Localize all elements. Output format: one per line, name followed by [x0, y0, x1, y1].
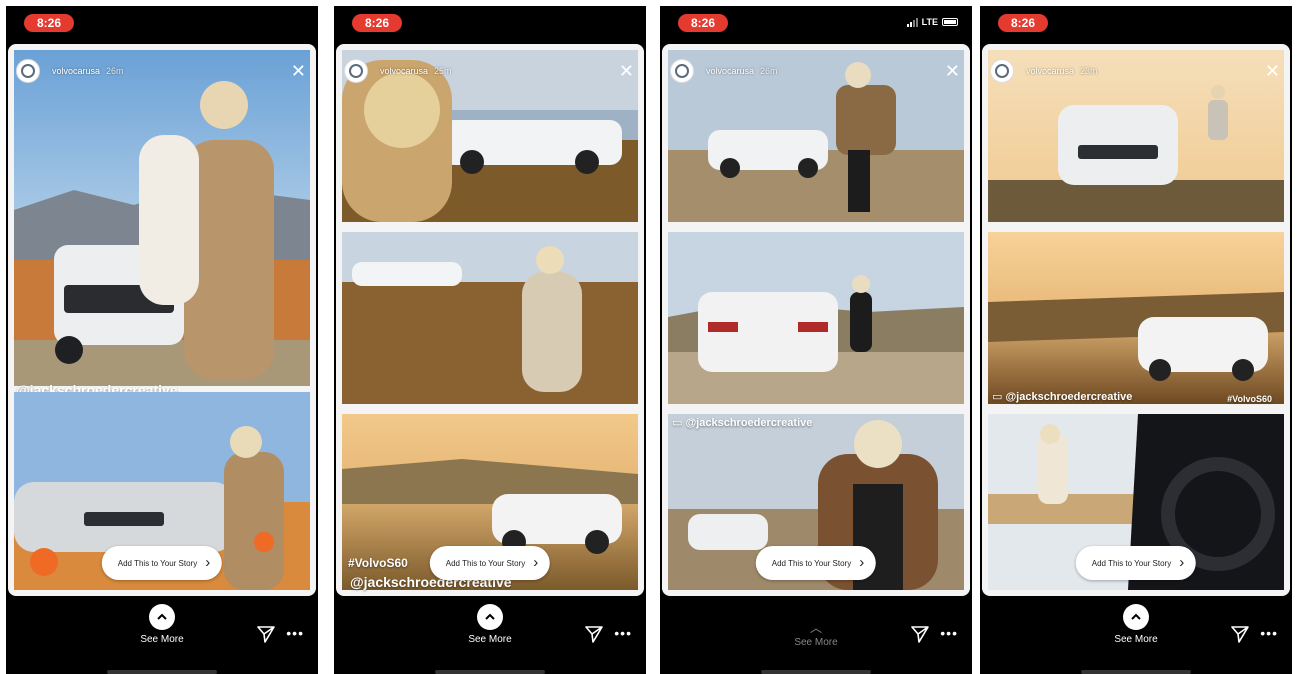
more-options-icon[interactable]: ••• — [1260, 626, 1278, 640]
story-footer: See More ••• — [980, 598, 1292, 674]
see-more-label: See More — [468, 634, 512, 645]
story-card[interactable]: ▭ @jackschroedercreative #VolvoS60 volvo… — [982, 44, 1290, 596]
add-to-story-label: Add This to Your Story — [771, 558, 852, 568]
see-more-label: See More — [140, 634, 184, 645]
story-screen-4: 8:26 ▭ @jackschroedercreative #VolvoS60 … — [980, 6, 1292, 674]
avatar[interactable] — [670, 59, 694, 83]
story-header: volvocarusa 26m ✕ — [16, 56, 308, 86]
story-header: volvocarusa 25m ✕ — [344, 56, 636, 86]
home-indicator — [1081, 670, 1191, 674]
see-more-button[interactable]: See More — [450, 604, 530, 645]
home-indicator — [435, 670, 545, 674]
photographer-handle[interactable]: ▭ @jackschroedercreative — [992, 390, 1132, 403]
story-card[interactable]: #VolvoS60 @jackschroedercreative volvoca… — [336, 44, 644, 596]
story-screen-3: 8:26 LTE ▭ @jackschroedercreative volvoc… — [660, 6, 972, 674]
post-time: 25m — [434, 66, 452, 76]
post-time: 26m — [106, 66, 124, 76]
add-to-story-button[interactable]: Add This to Your Story › — [429, 546, 551, 580]
story-photo-top — [14, 50, 310, 386]
hashtag-label[interactable]: #VolvoS60 — [348, 556, 408, 570]
see-more-label: See More — [1114, 634, 1158, 645]
home-indicator — [761, 670, 871, 674]
username[interactable]: volvocarusa — [52, 66, 100, 76]
status-time: 8:26 — [678, 14, 728, 32]
add-to-story-button[interactable]: Add This to Your Story › — [1075, 546, 1197, 580]
send-icon[interactable] — [910, 624, 930, 644]
add-to-story-label: Add This to Your Story — [1091, 558, 1172, 568]
avatar[interactable] — [16, 59, 40, 83]
add-to-story-label: Add This to Your Story — [117, 558, 198, 568]
avatar[interactable] — [344, 59, 368, 83]
status-bar: 8:26 LTE — [660, 6, 972, 42]
close-icon[interactable]: ✕ — [291, 62, 306, 80]
send-icon[interactable] — [584, 624, 604, 644]
more-options-icon[interactable]: ••• — [286, 626, 304, 640]
story-footer: See More ••• — [6, 598, 318, 674]
hashtag-label[interactable]: #VolvoS60 — [1227, 394, 1272, 404]
battery-icon — [942, 18, 958, 26]
chevron-right-icon: › — [533, 554, 539, 571]
username[interactable]: volvocarusa — [1026, 66, 1074, 76]
status-bar: 8:26 — [334, 6, 646, 42]
chevron-up-icon — [1123, 604, 1149, 630]
network-type: LTE — [921, 17, 938, 27]
more-options-icon[interactable]: ••• — [940, 626, 958, 640]
send-icon[interactable] — [1230, 624, 1250, 644]
story-screen-2: 8:26 #VolvoS60 @jackschroedercreative vo… — [334, 6, 646, 674]
story-photo-2 — [668, 232, 964, 404]
chevron-up-icon — [149, 604, 175, 630]
signal-icon — [906, 17, 918, 27]
see-more-button[interactable]: ︿ See More — [776, 604, 856, 648]
send-icon[interactable] — [256, 624, 276, 644]
chevron-right-icon: › — [859, 554, 865, 571]
photographer-handle[interactable]: ▭ @jackschroedercreative — [672, 416, 812, 429]
story-header: volvocarusa 23m ✕ — [990, 56, 1282, 86]
close-icon[interactable]: ✕ — [1265, 62, 1280, 80]
add-to-story-label: Add This to Your Story — [445, 558, 526, 568]
status-bar: 8:26 — [980, 6, 1292, 42]
signal-indicator: LTE — [906, 17, 958, 27]
story-card[interactable]: ▭ @jackschroedercreative volvocarusa 26m… — [662, 44, 970, 596]
home-indicator — [107, 670, 217, 674]
photographer-handle-text: @jackschroedercreative — [685, 417, 813, 429]
story-footer: See More ••• — [334, 598, 646, 674]
story-photo-2 — [342, 232, 638, 404]
story-header: volvocarusa 26m ✕ — [670, 56, 962, 86]
story-screen-1: 8:26 @jackschroedercreative volvocarusa … — [6, 6, 318, 674]
story-photo-2 — [988, 232, 1284, 404]
status-time: 8:26 — [998, 14, 1048, 32]
chevron-right-icon: › — [205, 554, 211, 571]
chevron-right-icon: › — [1179, 554, 1185, 571]
see-more-label: See More — [794, 637, 838, 648]
avatar[interactable] — [990, 59, 1014, 83]
see-more-button[interactable]: See More — [1096, 604, 1176, 645]
close-icon[interactable]: ✕ — [619, 62, 634, 80]
add-to-story-button[interactable]: Add This to Your Story › — [101, 546, 223, 580]
story-card[interactable]: @jackschroedercreative volvocarusa 26m ✕… — [8, 44, 316, 596]
post-time: 23m — [1080, 66, 1098, 76]
username[interactable]: volvocarusa — [706, 66, 754, 76]
see-more-button[interactable]: See More — [122, 604, 202, 645]
status-time: 8:26 — [352, 14, 402, 32]
story-footer: ︿ See More ••• — [660, 598, 972, 674]
photographer-handle-text: @jackschroedercreative — [1005, 391, 1133, 403]
add-to-story-button[interactable]: Add This to Your Story › — [755, 546, 877, 580]
username[interactable]: volvocarusa — [380, 66, 428, 76]
status-time: 8:26 — [24, 14, 74, 32]
more-options-icon[interactable]: ••• — [614, 626, 632, 640]
post-time: 26m — [760, 66, 778, 76]
chevron-up-icon: ︿ — [809, 621, 822, 635]
chevron-up-icon — [477, 604, 503, 630]
status-bar: 8:26 — [6, 6, 318, 42]
close-icon[interactable]: ✕ — [945, 62, 960, 80]
